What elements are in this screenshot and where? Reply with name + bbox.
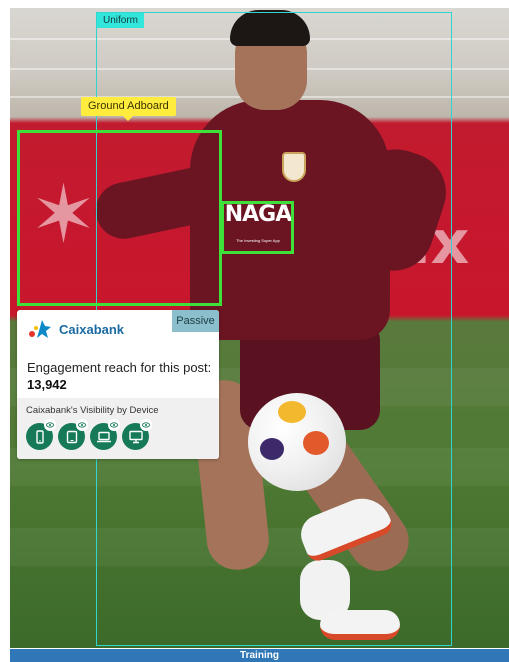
device-button-tablet[interactable] xyxy=(58,419,88,450)
eye-icon xyxy=(140,419,152,431)
eye-icon xyxy=(44,419,56,431)
tablet-icon xyxy=(66,430,77,443)
uniform-label: Uniform xyxy=(97,13,145,28)
device-visibility-title: Caixabank's Visibility by Device xyxy=(26,405,159,416)
laptop-icon xyxy=(96,431,111,442)
brand-name: Caixabank xyxy=(59,322,125,337)
engagement-reach-label: Engagement reach for this post: xyxy=(27,360,212,375)
card-header: Caixabank Passive xyxy=(17,310,219,350)
device-button-mobile[interactable] xyxy=(26,419,56,450)
shirt-sponsor-detection-box[interactable] xyxy=(221,201,294,254)
device-button-desktop[interactable] xyxy=(122,419,152,450)
engagement-reach-value: 13,942 xyxy=(27,377,67,392)
eye-icon xyxy=(76,419,88,431)
caixabank-star-icon xyxy=(29,320,51,338)
device-button-laptop[interactable] xyxy=(90,419,120,450)
status-badge: Passive xyxy=(172,310,219,332)
eye-icon xyxy=(108,419,120,431)
desktop-icon xyxy=(128,430,143,443)
phone-icon xyxy=(35,429,44,444)
ground-adboard-label: Ground Adboard xyxy=(81,97,176,121)
device-button-row xyxy=(26,419,152,450)
device-visibility-section: Caixabank's Visibility by Device xyxy=(17,398,219,459)
training-footer-bar[interactable]: Training xyxy=(10,649,509,662)
ground-adboard-detection-box[interactable] xyxy=(17,130,222,306)
brand-info-card: Caixabank Passive Engagement reach for t… xyxy=(17,310,219,459)
